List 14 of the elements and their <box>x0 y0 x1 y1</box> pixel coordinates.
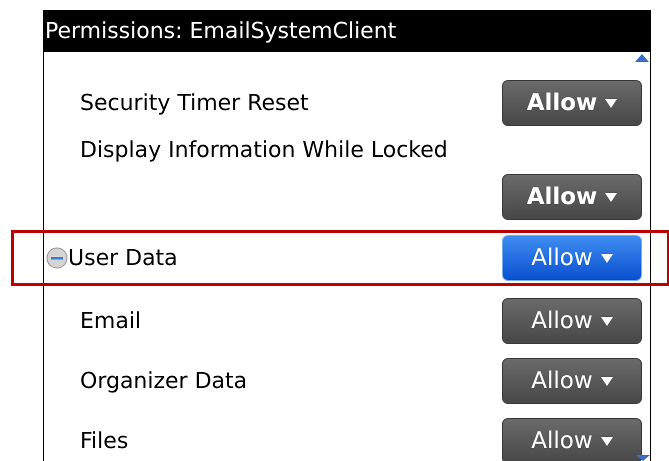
allow-dropdown[interactable]: Allow <box>502 298 642 344</box>
window-title: Permissions: EmailSystemClient <box>44 10 650 52</box>
allow-dropdown[interactable]: Allow <box>502 418 642 461</box>
group-label: User Data <box>68 244 178 272</box>
permission-label: Security Timer Reset <box>80 90 309 118</box>
group-row[interactable]: User Data Allow <box>11 230 669 286</box>
allow-dropdown[interactable]: Allow <box>502 80 642 126</box>
permission-label: Email <box>80 308 142 336</box>
allow-dropdown[interactable]: Allow <box>502 235 642 281</box>
allow-dropdown[interactable]: Allow <box>502 358 642 404</box>
permission-label: Display Information While Locked <box>79 136 449 164</box>
allow-dropdown[interactable]: Allow <box>502 174 642 220</box>
permission-label: Organizer Data <box>80 368 248 396</box>
permission-label: Files <box>80 428 128 456</box>
